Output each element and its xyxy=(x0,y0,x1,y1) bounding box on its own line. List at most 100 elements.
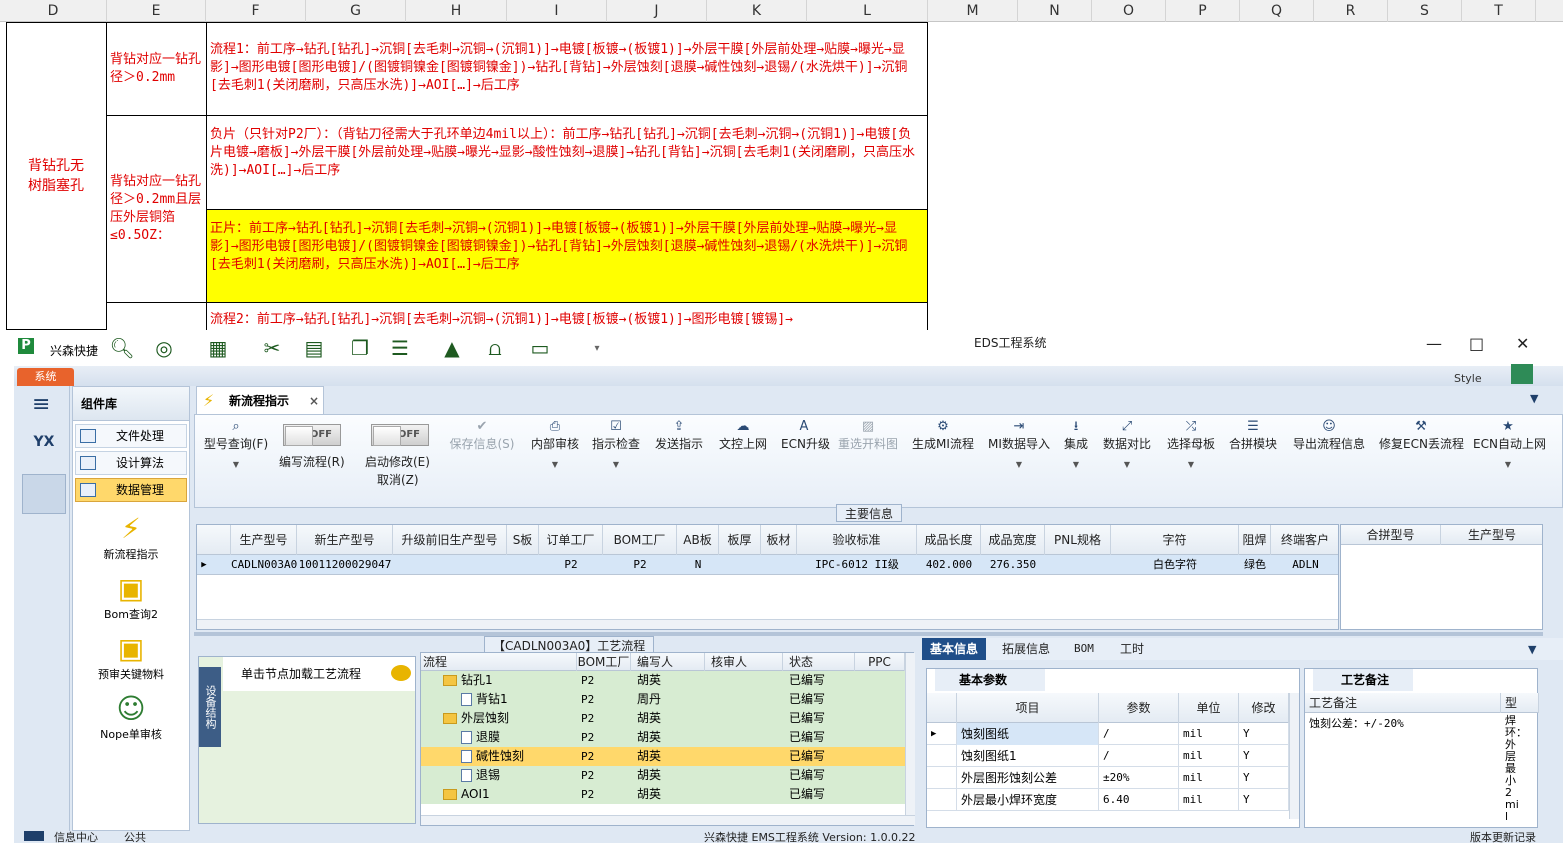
cell[interactable]: 蚀刻图纸 xyxy=(957,723,1099,745)
table-row[interactable]: 蚀刻图纸1/mil Y xyxy=(927,745,1289,767)
style-menu[interactable]: Style xyxy=(1454,372,1482,385)
tree-cell-writer[interactable]: 胡英 xyxy=(637,747,707,766)
horizontal-scrollbar[interactable] xyxy=(197,619,1338,629)
col-O[interactable]: O xyxy=(1092,0,1166,22)
tree-row[interactable]: 外层蚀刻 P2 胡英 已编写 xyxy=(421,709,905,728)
table-row[interactable]: 外层图形蚀刻公差 ±20% mil Y xyxy=(927,767,1289,789)
tab-work-hours[interactable]: 工时 xyxy=(1112,638,1152,660)
cond-cell-2[interactable]: 背钻对应一钻孔径＞0.2mm且层压外层铜箔≤0.5OZ： xyxy=(106,115,207,303)
cell[interactable] xyxy=(761,555,797,575)
tree-cell-status[interactable]: 已编写 xyxy=(789,766,855,785)
col-header[interactable]: 项目 xyxy=(957,693,1099,723)
cell[interactable]: P2 xyxy=(539,555,603,575)
dropdown-icon[interactable]: ▼ xyxy=(1528,643,1536,656)
edit-flow-toggle[interactable]: OFF xyxy=(283,424,341,446)
col-I[interactable]: I xyxy=(507,0,607,22)
gen-mi-flow-button[interactable]: ⚙ 生成MI流程 xyxy=(911,419,975,452)
reselect-cut-button[interactable]: ▨ 重选开料图 xyxy=(837,419,899,452)
merged-label-cell[interactable]: 背钻孔无树脂塞孔 xyxy=(6,22,107,330)
tool-nope-review[interactable]: ☺ Nope单审核 xyxy=(73,692,189,742)
col-header[interactable]: 修改 xyxy=(1239,693,1289,723)
col-header[interactable]: 生产型号 xyxy=(231,525,297,555)
col-header[interactable]: 状态 xyxy=(783,653,855,671)
minimize-icon[interactable]: — xyxy=(1426,334,1442,353)
col-header[interactable]: 新生产型号 xyxy=(297,525,393,555)
tab-close-icon[interactable]: × xyxy=(309,387,319,415)
tree-node-name[interactable]: 退锡 xyxy=(461,766,577,785)
basic-params-title[interactable]: 基本参数 xyxy=(935,669,1045,691)
tree-row[interactable]: 退锡 P2 胡英 已编写 xyxy=(421,766,905,785)
cell[interactable]: 白色字符 xyxy=(1111,555,1239,575)
ecn-upgrade-button[interactable]: A ECN升级 xyxy=(781,419,830,452)
tree-cell-reviewer[interactable] xyxy=(711,709,781,728)
process-notes-tab[interactable]: 工艺备注 xyxy=(1313,669,1413,691)
device-structure-tab[interactable]: 设备结构 xyxy=(199,667,221,747)
select-mother-board-button[interactable]: ⤮ 选择母板 ▼ xyxy=(1165,419,1217,469)
query-button[interactable]: ⌕ 型号查询(F) ▼ xyxy=(201,419,271,469)
tree-cell-factory[interactable]: P2 xyxy=(581,690,631,709)
cell[interactable]: ADLN xyxy=(1271,555,1338,575)
lib-item-data[interactable]: 数据管理 xyxy=(75,478,187,502)
cell[interactable]: Y xyxy=(1239,767,1289,789)
ecn-auto-online-button[interactable]: ★ ECN自动上网 ▼ xyxy=(1473,419,1546,469)
cell[interactable]: Y xyxy=(1239,723,1289,745)
col-header[interactable]: 型 xyxy=(1501,693,1539,713)
col-header[interactable]: 订单工厂 xyxy=(539,525,603,555)
doc-online-button[interactable]: ☁ 文控上网 xyxy=(717,419,769,452)
tree-cell-status[interactable]: 已编写 xyxy=(789,728,855,747)
check-button[interactable]: ☑ 指示检查 ▼ xyxy=(591,419,641,469)
col-F[interactable]: F xyxy=(206,0,306,22)
col-header[interactable]: 工艺备注 xyxy=(1305,693,1501,713)
tree-row[interactable]: 退膜 P2 胡英 已编写 xyxy=(421,728,905,747)
flow-cell-3-highlighted[interactable]: 正片：前工序→钻孔[钻孔]→沉铜[去毛刺→沉铜→(沉铜1)]→电镀[板镀→(板镀… xyxy=(206,209,928,303)
calculator-icon[interactable] xyxy=(22,474,66,514)
cell[interactable]: 外层最小焊环宽度 xyxy=(957,789,1099,811)
col-header[interactable]: S板 xyxy=(507,525,539,555)
horizontal-scrollbar[interactable] xyxy=(421,815,915,825)
cell[interactable] xyxy=(393,555,507,575)
col-P[interactable]: P xyxy=(1166,0,1240,22)
close-icon[interactable]: ✕ xyxy=(1516,334,1529,353)
tree-cell-reviewer[interactable] xyxy=(711,728,781,747)
col-header[interactable]: 升级前旧生产型号 xyxy=(393,525,507,555)
search-icon[interactable]: 🔍︎ xyxy=(109,336,134,360)
monitor-icon[interactable]: ▭ xyxy=(526,336,554,360)
col-header[interactable]: 板厚 xyxy=(719,525,761,555)
tree-cell-writer[interactable]: 胡英 xyxy=(637,671,707,690)
col-H[interactable]: H xyxy=(406,0,507,22)
tree-cell-factory[interactable]: P2 xyxy=(581,728,631,747)
user-icon[interactable]: ▲ xyxy=(440,336,464,360)
tree-node-name[interactable]: 背钻1 xyxy=(461,690,577,709)
col-S[interactable]: S xyxy=(1388,0,1462,22)
table-icon[interactable]: ▦ xyxy=(206,336,230,360)
cell[interactable]: N xyxy=(677,555,719,575)
tree-row[interactable]: 钻孔1 P2 胡英 已编写 xyxy=(421,671,905,690)
splitter[interactable] xyxy=(194,632,1543,636)
lib-item-design[interactable]: 设计算法 xyxy=(75,451,187,475)
tree-row[interactable]: 背钻1 P2 周丹 已编写 xyxy=(421,690,905,709)
lib-item-file[interactable]: 文件处理 xyxy=(75,424,187,448)
tab-basic-info[interactable]: 基本信息 xyxy=(922,638,987,660)
col-header[interactable]: 阻焊 xyxy=(1239,525,1271,555)
col-header[interactable]: 验收标准 xyxy=(797,525,917,555)
tree-node-name[interactable]: 外层蚀刻 xyxy=(443,709,577,728)
col-header[interactable]: 核审人 xyxy=(705,653,783,671)
tree-node-name[interactable]: 退膜 xyxy=(461,728,577,747)
menu-icon[interactable]: ≡ xyxy=(32,392,50,417)
tree-cell-reviewer[interactable] xyxy=(711,785,781,804)
cell[interactable]: / xyxy=(1099,745,1179,767)
tree-cell-status[interactable]: 已编写 xyxy=(789,747,855,766)
col-header[interactable]: 参数 xyxy=(1099,693,1179,723)
scissors-icon[interactable]: ✂ xyxy=(260,336,284,360)
tree-cell-reviewer[interactable] xyxy=(711,671,781,690)
tab-new-flow[interactable]: ⚡︎ 新流程指示 × xyxy=(196,386,324,414)
cell[interactable]: 蚀刻图纸1 xyxy=(957,745,1099,767)
tool-pre-review[interactable]: ▣ 预审关键物料 xyxy=(73,632,189,682)
tree-cell-writer[interactable]: 胡英 xyxy=(637,709,707,728)
col-header[interactable]: 终端客户 xyxy=(1271,525,1338,555)
cell[interactable]: 402.000 xyxy=(917,555,981,575)
col-G[interactable]: G xyxy=(306,0,406,22)
tree-cell-factory[interactable]: P2 xyxy=(581,766,631,785)
col-header[interactable]: BOM工厂 xyxy=(577,653,631,671)
flow-cell-2[interactable]: 负片（只针对P2厂）：（背钻刀径需大于孔环单边4mil以上）：前工序→钻孔[钻孔… xyxy=(206,115,928,210)
